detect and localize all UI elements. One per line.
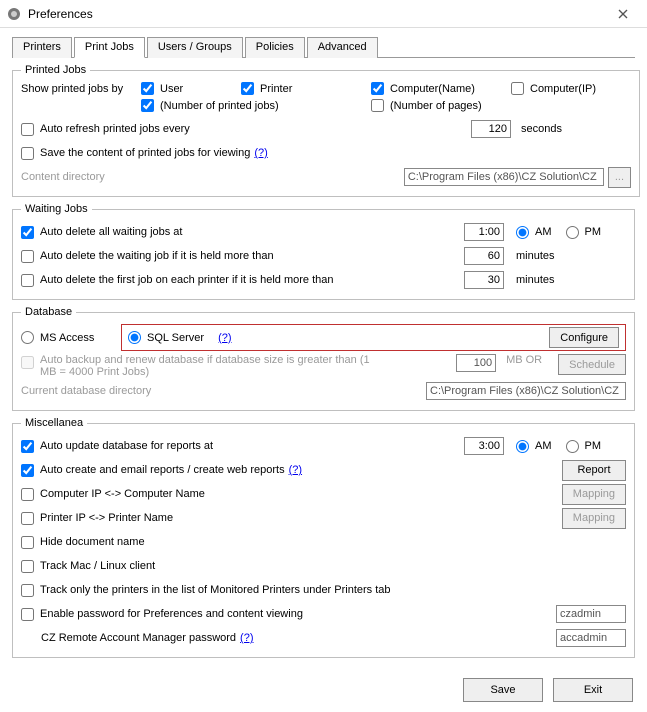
radio-reports-am[interactable]: AM <box>516 440 552 453</box>
seconds-label: seconds <box>521 123 631 135</box>
help-auto-create[interactable]: (?) <box>289 464 302 476</box>
legend-printed-jobs: Printed Jobs <box>21 64 90 76</box>
tab-policies[interactable]: Policies <box>245 37 305 58</box>
legend-miscellanea: Miscellanea <box>21 417 87 429</box>
cz-remote-label: CZ Remote Account Manager password <box>41 632 236 644</box>
titlebar: Preferences <box>0 0 647 28</box>
group-miscellanea: Miscellanea Auto update database for rep… <box>12 417 635 658</box>
legend-waiting-jobs: Waiting Jobs <box>21 203 92 215</box>
group-printed-jobs: Printed Jobs Show printed jobs by User P… <box>12 64 640 197</box>
mb-or-label: MB OR <box>506 354 542 366</box>
chk-enable-password[interactable]: Enable password for Preferences and cont… <box>21 608 303 621</box>
chk-num-pages[interactable]: (Number of pages) <box>371 99 631 112</box>
tab-bar: Printers Print Jobs Users / Groups Polic… <box>12 36 635 58</box>
schedule-button: Schedule <box>558 354 626 375</box>
report-button[interactable]: Report <box>562 460 626 481</box>
chk-printer[interactable]: Printer <box>241 82 371 95</box>
chk-track-only-monitored[interactable]: Track only the printers in the list of M… <box>21 584 391 597</box>
mapping-computer-button: Mapping <box>562 484 626 505</box>
chk-num-jobs[interactable]: (Number of printed jobs) <box>141 99 371 112</box>
chk-auto-backup: Auto backup and renew database if databa… <box>21 354 381 378</box>
chk-hold-more-than[interactable]: Auto delete the waiting job if it is hel… <box>21 250 274 263</box>
exit-button[interactable]: Exit <box>553 678 633 702</box>
tab-print-jobs[interactable]: Print Jobs <box>74 37 145 58</box>
chk-user[interactable]: User <box>141 82 241 95</box>
cz-remote-password-input <box>556 629 626 647</box>
content-dir-input <box>404 168 604 186</box>
enable-password-input <box>556 605 626 623</box>
group-waiting-jobs: Waiting Jobs Auto delete all waiting job… <box>12 203 635 300</box>
chk-auto-delete-all[interactable]: Auto delete all waiting jobs at <box>21 226 182 239</box>
db-highlight-box: SQL Server (?) Configure <box>121 324 626 351</box>
mapping-printer-button: Mapping <box>562 508 626 529</box>
auto-refresh-seconds-input[interactable] <box>471 120 511 138</box>
radio-reports-pm[interactable]: PM <box>566 440 602 453</box>
hold-more-than-input[interactable] <box>464 247 504 265</box>
browse-content-dir-button[interactable]: ... <box>608 167 631 188</box>
chk-auto-refresh[interactable]: Auto refresh printed jobs every <box>21 123 190 136</box>
help-cz-remote[interactable]: (?) <box>240 632 253 644</box>
radio-waiting-pm[interactable]: PM <box>566 226 602 239</box>
help-sql-server[interactable]: (?) <box>218 332 231 344</box>
chk-printer-ip-name[interactable]: Printer IP <-> Printer Name <box>21 512 173 525</box>
chk-track-mac[interactable]: Track Mac / Linux client <box>21 560 155 573</box>
footer: Save Exit <box>0 672 647 712</box>
chk-save-content[interactable]: Save the content of printed jobs for vie… <box>21 147 250 160</box>
close-button[interactable] <box>603 2 643 26</box>
current-db-dir-label: Current database directory <box>21 385 281 397</box>
configure-button[interactable]: Configure <box>549 327 619 348</box>
chk-auto-update[interactable]: Auto update database for reports at <box>21 440 213 453</box>
help-save-content[interactable]: (?) <box>254 147 267 159</box>
content-dir-label: Content directory <box>21 171 281 183</box>
group-database: Database MS Access SQL Server (?) Config… <box>12 306 635 411</box>
first-job-minutes-input[interactable] <box>464 271 504 289</box>
chk-auto-create-reports[interactable]: Auto create and email reports / create w… <box>21 464 285 477</box>
window-title: Preferences <box>28 7 603 21</box>
tab-printers[interactable]: Printers <box>12 37 72 58</box>
tab-users-groups[interactable]: Users / Groups <box>147 37 243 58</box>
legend-database: Database <box>21 306 76 318</box>
chk-computer-name[interactable]: Computer(Name) <box>371 82 511 95</box>
auto-delete-all-time-input[interactable] <box>464 223 504 241</box>
current-db-dir-input <box>426 382 626 400</box>
chk-computer-ip-name[interactable]: Computer IP <-> Computer Name <box>21 488 205 501</box>
chk-first-job[interactable]: Auto delete the first job on each printe… <box>21 274 334 287</box>
minutes-label-1: minutes <box>516 250 626 262</box>
radio-waiting-am[interactable]: AM <box>516 226 552 239</box>
minutes-label-2: minutes <box>516 274 626 286</box>
auto-backup-mb-input <box>456 354 496 372</box>
chk-hide-doc-name[interactable]: Hide document name <box>21 536 145 549</box>
app-icon <box>6 6 22 22</box>
auto-update-time-input[interactable] <box>464 437 504 455</box>
radio-sql-server[interactable]: SQL Server <box>128 331 204 344</box>
radio-ms-access[interactable]: MS Access <box>21 331 121 344</box>
tab-advanced[interactable]: Advanced <box>307 37 378 58</box>
show-printed-jobs-label: Show printed jobs by <box>21 83 141 95</box>
chk-computer-ip[interactable]: Computer(IP) <box>511 82 631 95</box>
save-button[interactable]: Save <box>463 678 543 702</box>
